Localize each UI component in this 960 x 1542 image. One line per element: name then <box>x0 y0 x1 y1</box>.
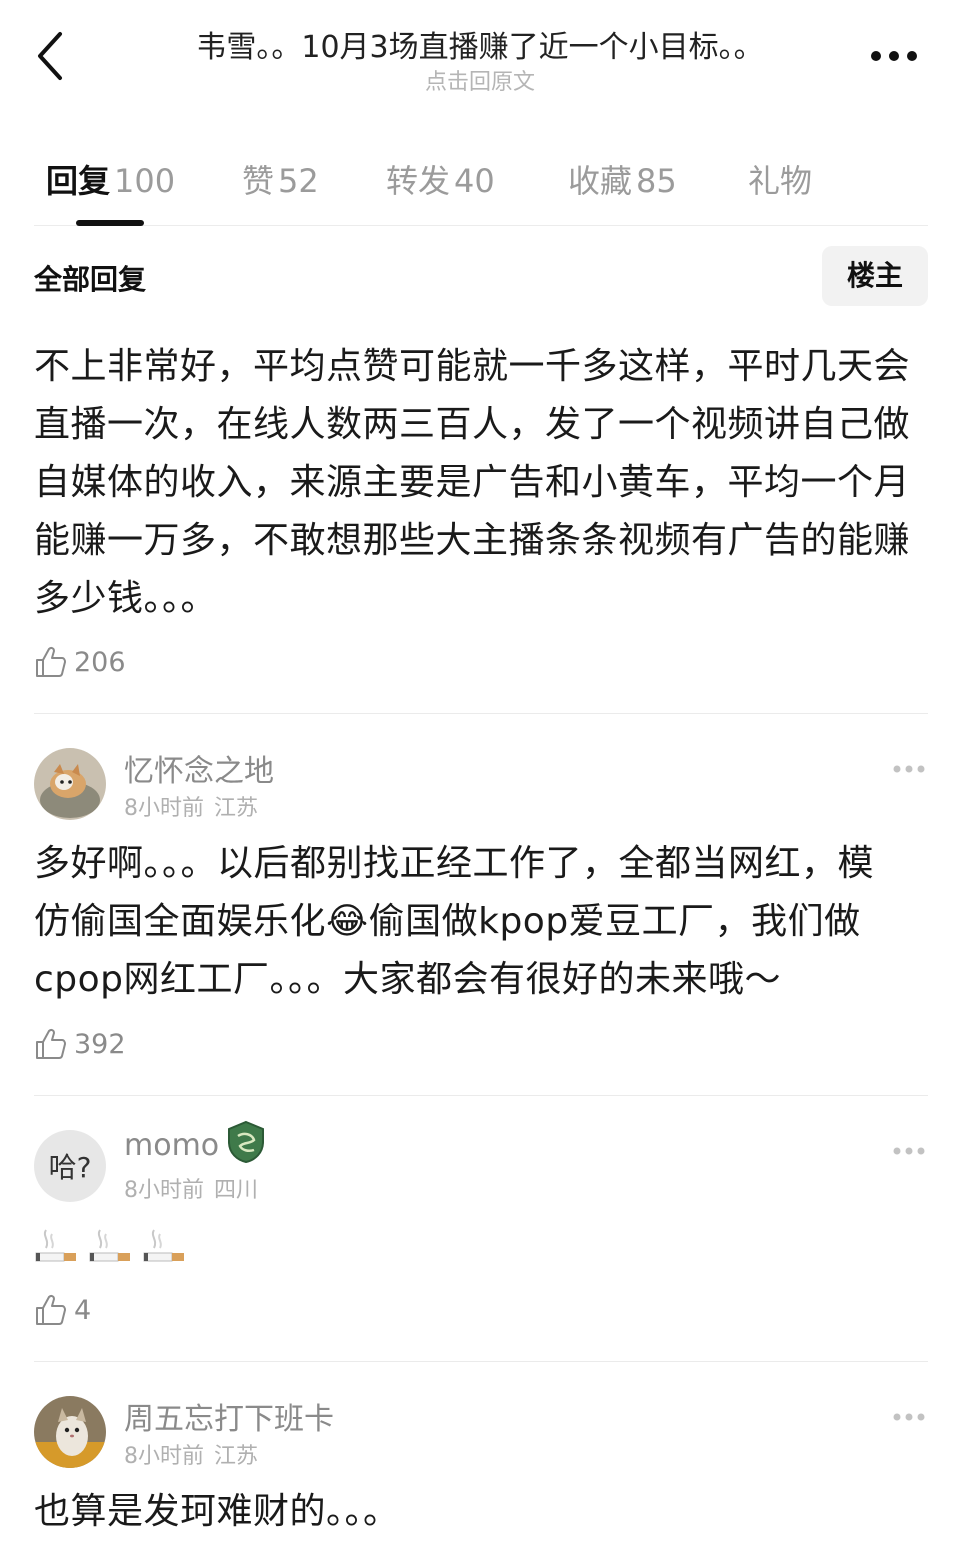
more-options-icon[interactable] <box>868 46 920 66</box>
comment-text-line: 不上非常好，平均点赞可能就一千多这样，平时几天会 <box>34 346 911 387</box>
cigarette-emoji-icon <box>89 1229 130 1262</box>
divider <box>34 1361 928 1362</box>
tab-likes[interactable]: 赞 52 <box>242 156 319 202</box>
tab-gifts[interactable]: 礼物 <box>748 156 812 202</box>
comment-more-icon[interactable] <box>892 1408 926 1421</box>
reply-filter-bar: 全部回复 楼主 <box>34 246 928 306</box>
comment-time: 8小时前 <box>124 1444 204 1469</box>
comment-location: 江苏 <box>214 796 259 821</box>
cigarette-emoji-icon <box>143 1229 184 1262</box>
comment-text-line: 能赚一万多，不敢想那些大主播条条视频有广告的能赚 <box>34 520 911 561</box>
like-count: 206 <box>74 646 126 678</box>
cigarette-emoji-icon <box>35 1229 76 1262</box>
like-count: 392 <box>74 1028 126 1060</box>
back-to-original-link[interactable]: 点击回原文 <box>120 64 840 96</box>
comment-time: 8小时前 <box>124 1178 204 1203</box>
tab-favorites[interactable]: 收藏 85 <box>568 156 677 202</box>
comment-text: 也算是发珂难财的。。。 <box>34 1483 924 1541</box>
comment-text-line: 自媒体的收入，来源主要是广告和小黄车，平均一个月 <box>34 462 911 503</box>
comment-text: 不上非常好，平均点赞可能就一千多这样，平时几天会 直播一次，在线人数两三百人，发… <box>34 338 924 628</box>
like-button[interactable]: 392 <box>34 1024 126 1064</box>
owner-only-button[interactable]: 楼主 <box>822 246 928 306</box>
thumbs-up-icon <box>36 646 66 677</box>
comment-text-part: 偷国做kpop爱豆工厂，我们做 <box>368 901 861 942</box>
tab-replies[interactable]: 回复 100 <box>46 156 175 202</box>
avatar[interactable] <box>34 748 106 820</box>
comment-text-part: 仿偷国全面娱乐化 <box>34 901 327 942</box>
comment-sticker-row <box>34 1226 186 1266</box>
comment-text-line: 多好啊。。。以后都别找正经工作了，全都当网红，模 <box>34 843 875 884</box>
username[interactable]: 忆怀念之地 <box>124 746 274 790</box>
username[interactable]: momo <box>124 1128 219 1163</box>
thumbs-up-icon <box>36 1028 66 1059</box>
comment-list[interactable]: 不上非常好，平均点赞可能就一千多这样，平时几天会 直播一次，在线人数两三百人，发… <box>0 308 960 1542</box>
comment-location: 江苏 <box>214 1444 259 1469</box>
comment-more-icon[interactable] <box>892 760 926 773</box>
comment-meta: 8小时前 江苏 <box>124 1438 258 1470</box>
like-button[interactable]: 4 <box>34 1290 91 1330</box>
comment-location: 四川 <box>214 1178 259 1203</box>
avatar-text: 哈? <box>49 1151 92 1184</box>
comment-text-line: 也算是发珂难财的。。。 <box>34 1491 400 1532</box>
avatar[interactable]: 哈? <box>34 1130 106 1202</box>
active-tab-indicator <box>76 220 144 226</box>
all-replies-label[interactable]: 全部回复 <box>34 258 146 298</box>
tab-bar: 回复 100 赞 52 转发 40 收藏 85 礼物 <box>34 150 928 226</box>
top-bar: 韦雪。。10月3场直播赚了近一个小目标。。 点击回原文 <box>0 0 960 110</box>
thumbs-up-icon <box>36 1294 66 1325</box>
post-title[interactable]: 韦雪。。10月3场直播赚了近一个小目标。。 <box>120 22 840 66</box>
comment-text-line: 直播一次，在线人数两三百人，发了一个视频讲自己做 <box>34 404 911 445</box>
comment-text-line: 多少钱。。。 <box>34 578 218 619</box>
divider <box>34 713 928 714</box>
comment-text-line: 仿偷国全面娱乐化😂偷国做kpop爱豆工厂，我们做 <box>34 893 924 951</box>
divider <box>34 1095 928 1096</box>
like-count: 4 <box>74 1294 92 1326</box>
comment-meta: 8小时前 江苏 <box>124 790 258 822</box>
username[interactable]: 周五忘打下班卡 <box>124 1394 334 1438</box>
comment-text: 多好啊。。。以后都别找正经工作了，全都当网红，模 仿偷国全面娱乐化😂偷国做kpo… <box>34 835 924 1009</box>
back-icon[interactable] <box>28 28 78 84</box>
comment-time: 8小时前 <box>124 796 204 821</box>
comment-meta: 8小时前 四川 <box>124 1172 258 1204</box>
avatar[interactable] <box>34 1396 106 1468</box>
tab-reposts[interactable]: 转发 40 <box>386 156 495 202</box>
like-button[interactable]: 206 <box>34 642 126 682</box>
clipped-text-line <box>34 308 914 330</box>
user-badge-icon <box>226 1120 266 1164</box>
comment-more-icon[interactable] <box>892 1142 926 1155</box>
comment-text-line: cpop网红工厂。。。大家都会有很好的未来哦～ <box>34 959 782 1000</box>
laughing-tears-emoji-icon: 😂 <box>326 901 369 942</box>
